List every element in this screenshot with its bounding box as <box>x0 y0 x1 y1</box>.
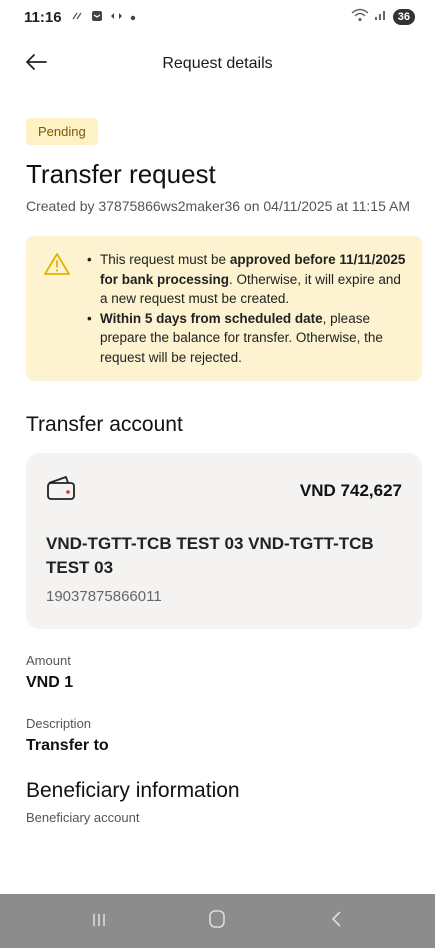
message-icon <box>91 10 103 25</box>
amount-label: Amount <box>26 653 71 668</box>
description-value: Transfer to <box>26 737 109 754</box>
alert-item-balance: Within 5 days from scheduled date, pleas… <box>84 309 408 368</box>
warning-icon <box>44 250 70 367</box>
request-details-content: Pending Transfer request Created by 3787… <box>26 118 422 803</box>
signal-icon <box>374 8 388 26</box>
back-icon <box>330 910 342 933</box>
status-badge: Pending <box>26 118 98 145</box>
status-bar: 11:16 36 <box>0 0 435 34</box>
account-number: 19037875866011 <box>46 588 162 605</box>
transfer-account-heading: Transfer account <box>26 413 183 436</box>
account-name: VND-TGTT-TCB TEST 03 VND-TGTT-TCB TEST 0… <box>46 534 374 577</box>
alert-list: This request must be approved before 11/… <box>84 250 408 367</box>
created-info: Created by 37875866ws2maker36 on 04/11/2… <box>26 198 410 214</box>
beneficiary-heading: Beneficiary information <box>26 779 240 802</box>
status-time: 11:16 <box>24 8 62 26</box>
status-icons-right: 36 <box>351 8 415 27</box>
status-icons-left <box>72 10 136 25</box>
data-icon <box>110 10 123 24</box>
page-title: Transfer request <box>26 159 216 189</box>
nav-back-button[interactable] <box>316 906 356 936</box>
alert-item-approval: This request must be approved before 11/… <box>84 250 408 309</box>
sync-icon <box>72 10 84 24</box>
back-button[interactable] <box>22 50 50 78</box>
account-balance: VND 742,627 <box>299 480 402 500</box>
amount-value: VND 1 <box>26 674 74 691</box>
page-header-title: Request details <box>162 55 273 72</box>
warning-alert: This request must be approved before 11/… <box>26 236 422 381</box>
recents-button[interactable] <box>79 906 119 936</box>
dot-icon <box>130 10 136 24</box>
home-button[interactable] <box>197 906 237 936</box>
description-label: Description <box>26 716 92 731</box>
wifi-icon <box>351 8 369 27</box>
transfer-account-card[interactable]: VND 742,627 VND-TGTT-TCB TEST 03 VND-TGT… <box>26 453 422 629</box>
app-header: Request details <box>0 40 435 88</box>
battery-indicator: 36 <box>392 9 415 25</box>
recents-icon <box>90 911 108 932</box>
arrow-left-icon <box>25 53 47 76</box>
system-nav-bar <box>0 894 435 948</box>
beneficiary-account-label: Beneficiary account <box>26 810 140 825</box>
wallet-icon <box>46 475 76 506</box>
home-icon <box>208 909 226 934</box>
